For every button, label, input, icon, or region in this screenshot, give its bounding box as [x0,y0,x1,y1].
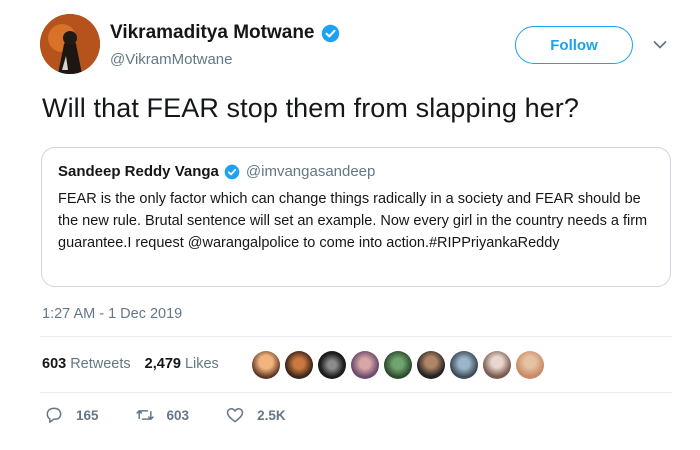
retweet-count: 603 [166,407,190,423]
author-avatar[interactable] [40,14,100,74]
quoted-author-handle: @imvangasandeep [245,163,376,180]
verified-badge-icon [321,24,340,43]
liker-avatar[interactable] [285,351,313,379]
author-name[interactable]: Vikramaditya Motwane [110,22,340,44]
liker-avatar[interactable] [351,351,379,379]
quoted-tweet-header: Sandeep Reddy Vanga @imvangasandeep [58,163,375,180]
tweet-timestamp[interactable]: 1:27 AM - 1 Dec 2019 [42,306,182,322]
liker-avatar[interactable] [516,351,544,379]
tweet-actions: 165 603 2.5K [44,405,286,425]
reply-button[interactable]: 165 [44,405,99,425]
chevron-down-icon[interactable] [653,40,667,50]
quoted-tweet[interactable]: Sandeep Reddy Vanga @imvangasandeep FEAR… [41,147,671,287]
author-name-text[interactable]: Vikramaditya Motwane [110,22,315,44]
like-button[interactable]: 2.5K [225,405,286,425]
retweet-icon [135,410,154,420]
liker-avatar[interactable] [450,351,478,379]
quoted-tweet-text: FEAR is the only factor which can change… [58,191,648,251]
liker-avatar[interactable] [384,351,412,379]
heart-icon [226,408,244,423]
follow-button[interactable]: Follow [515,26,633,64]
liker-avatar[interactable] [417,351,445,379]
like-count: 2.5K [257,407,286,423]
divider [40,392,672,393]
tweet-text: Will that FEAR stop them from slapping h… [42,93,580,123]
liker-avatar[interactable] [483,351,511,379]
engagement-stats: 603 Retweets 2,479 Likes [42,356,219,372]
quoted-author-name: Sandeep Reddy Vanga [58,163,219,180]
likes-count[interactable]: 2,479 [145,356,181,372]
reply-count: 165 [76,407,99,423]
retweet-button[interactable]: 603 [135,405,190,425]
verified-badge-icon [224,164,240,180]
tweet-card: Vikramaditya Motwane @VikramMotwane Foll… [0,0,700,450]
retweets-count[interactable]: 603 [42,356,66,372]
author-handle[interactable]: @VikramMotwane [110,51,233,68]
liker-avatars [252,351,549,379]
divider [40,336,672,337]
reply-icon [46,407,62,423]
retweets-label[interactable]: Retweets [70,356,130,372]
liker-avatar[interactable] [318,351,346,379]
liker-avatar[interactable] [252,351,280,379]
likes-label[interactable]: Likes [185,356,219,372]
